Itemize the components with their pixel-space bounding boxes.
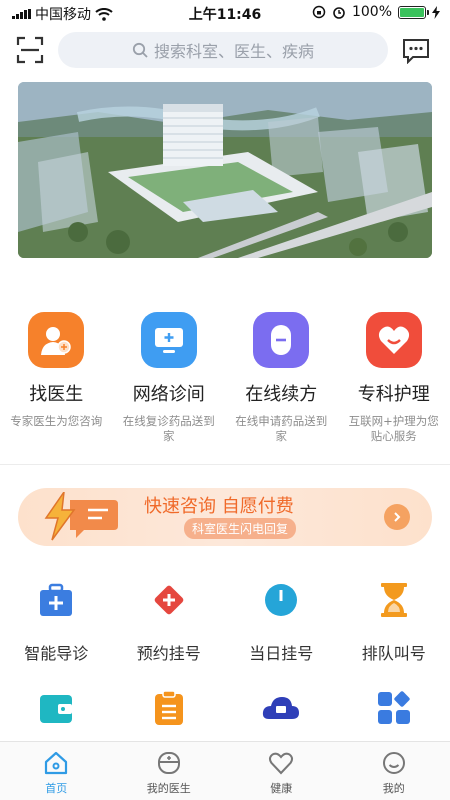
feature-online-refill[interactable]: 在线续方 在线申请药品送到家 — [225, 312, 338, 452]
home-screen: 中国移动 上午11:46 100% 搜索科室、医生、疾病 找医生 专家医生为您咨… — [0, 0, 450, 800]
status-right: 100% — [312, 4, 440, 20]
service-wallet[interactable] — [0, 688, 113, 728]
wallet-icon — [36, 688, 76, 728]
feature-desc: 互联网+护理为您贴心服务 — [348, 414, 439, 443]
tab-bar: 首页 我的医生 健康 我的 — [0, 741, 450, 800]
message-icon[interactable] — [402, 38, 430, 64]
tab-health[interactable]: 健康 — [225, 742, 338, 800]
service-label: 排队叫号 — [361, 644, 426, 663]
service-label: 智能导诊 — [24, 644, 89, 663]
promo-subtitle: 科室医生闪电回复 — [184, 518, 297, 539]
tab-mine[interactable]: 我的 — [338, 742, 450, 800]
doctor-avatar-icon — [28, 312, 85, 368]
clipboard-icon — [149, 688, 189, 728]
search-placeholder: 搜索科室、医生、疾病 — [153, 42, 314, 61]
search-icon — [132, 42, 148, 58]
service-grid-row2 — [0, 688, 450, 728]
status-bar: 中国移动 上午11:46 100% — [0, 0, 450, 24]
service-more[interactable] — [338, 688, 450, 728]
pill-icon — [253, 312, 310, 368]
feature-title: 专科护理 — [357, 384, 430, 405]
feature-desc: 专家医生为您咨询 — [10, 414, 103, 428]
feature-title: 在线续方 — [245, 384, 318, 405]
tab-label: 我的 — [382, 782, 405, 795]
home-icon — [45, 751, 68, 775]
service-cloud[interactable] — [225, 688, 338, 728]
service-report[interactable] — [113, 688, 226, 728]
feature-title: 找医生 — [29, 384, 84, 405]
monitor-icon — [140, 312, 197, 368]
quick-consult-banner[interactable]: 快速咨询 自愿付费 科室医生闪电回复 — [18, 488, 432, 546]
scan-icon[interactable] — [16, 36, 44, 64]
section-divider — [0, 464, 450, 465]
feature-find-doctor[interactable]: 找医生 专家医生为您咨询 — [0, 312, 113, 452]
service-label: 预约挂号 — [136, 644, 201, 663]
header-bar: 搜索科室、医生、疾病 — [0, 28, 450, 72]
hospital-banner-image[interactable] — [18, 82, 432, 258]
heart-icon — [269, 752, 294, 775]
battery-percent: 100% — [351, 4, 392, 20]
smile-icon — [382, 752, 405, 774]
tab-label: 健康 — [270, 782, 293, 795]
tab-home[interactable]: 首页 — [0, 742, 113, 800]
feature-online-clinic[interactable]: 网络诊间 在线复诊药品送到家 — [113, 312, 226, 452]
apps-grid-icon — [374, 688, 414, 728]
feature-specialty-care[interactable]: 专科护理 互联网+护理为您贴心服务 — [338, 312, 450, 452]
banner-illustration — [18, 82, 432, 258]
tab-label: 首页 — [45, 782, 68, 795]
clock-icon — [261, 580, 301, 620]
promo-title: 快速咨询 自愿付费 — [144, 496, 294, 517]
doctor-icon — [157, 752, 180, 774]
chevron-right-icon[interactable] — [384, 504, 410, 530]
battery-icon — [398, 5, 429, 19]
service-smart-triage[interactable]: 智能导诊 — [0, 580, 113, 664]
feature-desc: 在线申请药品送到家 — [235, 414, 328, 443]
service-label: 当日挂号 — [249, 644, 314, 663]
rotation-lock-icon — [312, 5, 326, 19]
service-appointment[interactable]: 预约挂号 — [113, 580, 226, 664]
alarm-icon — [333, 7, 345, 19]
service-grid: 智能导诊 预约挂号 当日挂号 排队叫号 — [0, 580, 450, 664]
medical-kit-icon — [36, 580, 76, 620]
service-same-day[interactable]: 当日挂号 — [225, 580, 338, 664]
feature-grid: 找医生 专家医生为您咨询 网络诊间 在线复诊药品送到家 在线续方 在线申请药品送… — [0, 312, 450, 452]
search-input[interactable]: 搜索科室、医生、疾病 — [58, 32, 388, 68]
cross-diamond-icon — [149, 580, 189, 620]
feature-title: 网络诊间 — [132, 384, 205, 405]
feature-desc: 在线复诊药品送到家 — [122, 414, 215, 443]
heart-care-icon — [365, 312, 422, 368]
service-queue[interactable]: 排队叫号 — [338, 580, 450, 664]
tab-my-doctor[interactable]: 我的医生 — [113, 742, 226, 800]
charging-icon — [432, 5, 440, 19]
lightning-chat-icon — [44, 492, 118, 541]
hourglass-icon — [374, 580, 414, 620]
tab-label: 我的医生 — [146, 782, 191, 795]
cloud-icon — [261, 688, 301, 728]
